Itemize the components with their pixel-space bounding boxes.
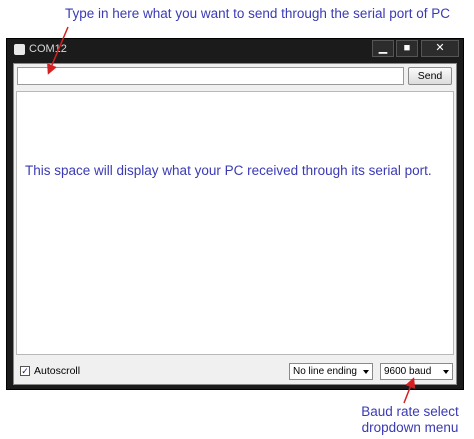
autoscroll-label: Autoscroll <box>34 365 81 377</box>
close-button[interactable]: ✕ <box>421 40 459 57</box>
line-ending-value: No line ending <box>293 366 357 377</box>
send-button[interactable]: Send <box>408 67 452 85</box>
chevron-down-icon <box>363 370 369 374</box>
serial-monitor-window: COM12 ▁ ■ ✕ Send This space will display… <box>6 38 464 390</box>
chevron-down-icon <box>443 370 449 374</box>
line-ending-dropdown[interactable]: No line ending <box>289 363 373 380</box>
baud-rate-dropdown[interactable]: 9600 baud <box>380 363 453 380</box>
output-text: This space will display what your PC rec… <box>25 163 432 178</box>
window-client-area: Send This space will display what your P… <box>13 63 457 385</box>
send-input[interactable] <box>17 67 404 85</box>
serial-output-area[interactable]: This space will display what your PC rec… <box>16 91 454 355</box>
baud-rate-value: 9600 baud <box>384 366 432 377</box>
annotation-baud-line1: Baud rate select <box>361 404 459 419</box>
footer-bar: ✓ Autoscroll No line ending 9600 baud <box>14 360 456 384</box>
annotation-send-hint: Type in here what you want to send throu… <box>65 6 450 21</box>
app-icon <box>14 44 25 55</box>
autoscroll-checkbox[interactable]: ✓ <box>20 366 30 376</box>
annotation-baud-line2: dropdown menu <box>361 420 459 435</box>
maximize-button[interactable]: ■ <box>396 40 418 57</box>
window-title: COM12 <box>29 43 67 55</box>
minimize-button[interactable]: ▁ <box>372 40 394 57</box>
title-bar[interactable]: COM12 ▁ ■ ✕ <box>7 39 463 59</box>
annotation-baud-hint: Baud rate select dropdown menu <box>355 404 465 436</box>
